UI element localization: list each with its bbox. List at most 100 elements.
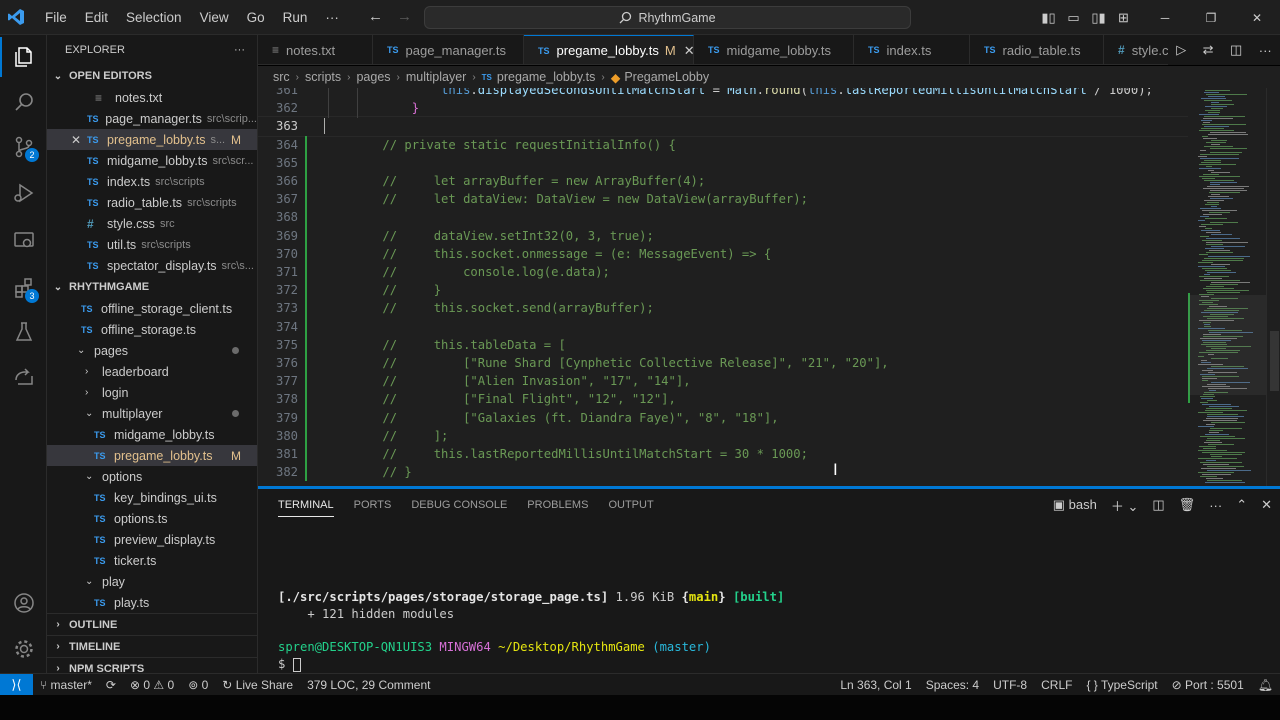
- open-editor-item[interactable]: TS radio_table.ts src\scripts: [47, 192, 257, 213]
- minimize-icon[interactable]: ─: [1142, 11, 1188, 25]
- tab-problems[interactable]: PROBLEMS: [517, 489, 598, 521]
- code-line[interactable]: 377 // ["Alien Invasion", "17", "14"],: [258, 372, 1188, 390]
- tree-folder-leaderboard[interactable]: › leaderboard: [47, 361, 257, 382]
- code-line[interactable]: 378 // ["Final Flight", "12", "12"],: [258, 390, 1188, 408]
- kill-terminal-icon[interactable]: 🗑: [1179, 497, 1196, 513]
- back-arrow-icon[interactable]: ←: [368, 8, 383, 25]
- breadcrumb-file[interactable]: pregame_lobby.ts: [497, 70, 595, 84]
- tab-debug-console[interactable]: DEBUG CONSOLE: [401, 489, 517, 521]
- timeline-section[interactable]: › TIMELINE: [47, 635, 257, 657]
- maximize-panel-icon[interactable]: ⌃: [1236, 497, 1247, 513]
- compare-changes-icon[interactable]: ⇄: [1203, 42, 1214, 58]
- explorer-icon[interactable]: [0, 37, 47, 77]
- more-actions-icon[interactable]: ···: [1209, 498, 1222, 513]
- language-mode[interactable]: { } TypeScript: [1079, 678, 1164, 692]
- menu-go[interactable]: Go: [238, 0, 274, 35]
- tree-file[interactable]: TS preview_display.ts: [47, 529, 257, 550]
- code-line[interactable]: 380 // ];: [258, 427, 1188, 445]
- tab-midgame-lobby[interactable]: TS midgame_lobby.ts: [694, 35, 854, 64]
- breadcrumb-item[interactable]: scripts: [305, 70, 341, 84]
- search-icon[interactable]: [0, 82, 47, 122]
- code-line[interactable]: 381 // this.lastReportedMillisUntilMatch…: [258, 445, 1188, 463]
- tree-file[interactable]: TS key_bindings_ui.ts: [47, 487, 257, 508]
- code-editor[interactable]: 361 this.displayedSecondsUntilMatchStart…: [258, 88, 1280, 486]
- scrollbar-thumb[interactable]: [1270, 331, 1279, 391]
- code-line[interactable]: 374: [258, 318, 1188, 336]
- close-tab-icon[interactable]: ✕: [684, 43, 695, 59]
- open-editor-item[interactable]: ≡ notes.txt: [47, 87, 257, 108]
- tree-file[interactable]: TS play.ts: [47, 592, 257, 613]
- problems-status[interactable]: ⊗ 0 ⚠ 0: [123, 678, 181, 692]
- indentation[interactable]: Spaces: 4: [919, 678, 986, 692]
- open-editor-item[interactable]: TS midgame_lobby.ts src\scr...: [47, 150, 257, 171]
- tab-index[interactable]: TS index.ts: [854, 35, 970, 64]
- tree-file[interactable]: TS offline_storage_client.ts: [47, 298, 257, 319]
- code-line[interactable]: 368: [258, 208, 1188, 226]
- sync-icon[interactable]: ⟳: [99, 678, 123, 692]
- remote-explorer-icon[interactable]: [0, 221, 47, 261]
- breadcrumb-item[interactable]: src: [273, 70, 290, 84]
- tree-file[interactable]: TS ticker.ts: [47, 550, 257, 571]
- close-window-icon[interactable]: ✕: [1234, 11, 1280, 25]
- open-editor-item[interactable]: TS util.ts src\scripts: [47, 234, 257, 255]
- code-line[interactable]: 370 // this.socket.onmessage = (e: Messa…: [258, 245, 1188, 263]
- open-editor-item[interactable]: # style.css src: [47, 213, 257, 234]
- split-editor-icon[interactable]: ◫: [1230, 42, 1242, 58]
- tree-file[interactable]: TS offline_storage.ts: [47, 319, 257, 340]
- terminal-profile[interactable]: ▣ bash: [1053, 497, 1097, 513]
- toggle-panel-icon[interactable]: ▭: [1061, 10, 1086, 26]
- encoding[interactable]: UTF-8: [986, 678, 1034, 692]
- command-center-search[interactable]: RhythmGame: [424, 6, 911, 29]
- code-line[interactable]: 365: [258, 154, 1188, 172]
- code-line[interactable]: 367 // let dataView: DataView = new Data…: [258, 190, 1188, 208]
- open-editor-item-active[interactable]: ✕ TS pregame_lobby.ts s... M: [47, 129, 257, 150]
- open-editors-section[interactable]: ⌄ OPEN EDITORS: [47, 65, 257, 87]
- npm-scripts-section[interactable]: › NPM SCRIPTS: [47, 657, 257, 673]
- tree-folder-pages[interactable]: ⌄ pages: [47, 340, 257, 361]
- tree-folder-multiplayer[interactable]: ⌄ multiplayer: [47, 403, 257, 424]
- menu-more[interactable]: ···: [316, 0, 348, 35]
- end-of-line[interactable]: CRLF: [1034, 678, 1079, 692]
- tab-ports[interactable]: PORTS: [344, 489, 402, 521]
- open-editor-item[interactable]: TS index.ts src\scripts: [47, 171, 257, 192]
- run-file-icon[interactable]: ▷: [1176, 42, 1186, 58]
- more-actions-icon[interactable]: ···: [234, 44, 245, 56]
- tree-folder-options[interactable]: ⌄ options: [47, 466, 257, 487]
- toggle-secondary-sidebar-icon[interactable]: ▯▮: [1086, 10, 1111, 26]
- open-editor-item[interactable]: TS spectator_display.ts src\s...: [47, 255, 257, 276]
- code-line[interactable]: 364 // private static requestInitialInfo…: [258, 136, 1188, 154]
- menu-selection[interactable]: Selection: [117, 0, 191, 35]
- project-section[interactable]: ⌄ RHYTHMGAME: [47, 276, 257, 298]
- restore-icon[interactable]: ❐: [1188, 11, 1234, 25]
- minimap-slider[interactable]: [1188, 295, 1266, 395]
- code-line[interactable]: 373 // this.socket.send(arrayBuffer);: [258, 299, 1188, 317]
- tree-file[interactable]: TS options.ts: [47, 508, 257, 529]
- menu-file[interactable]: File: [36, 0, 76, 35]
- close-panel-icon[interactable]: ✕: [1261, 497, 1272, 513]
- tree-file[interactable]: TS midgame_lobby.ts: [47, 424, 257, 445]
- new-terminal-icon[interactable]: ＋ ⌄: [1111, 496, 1139, 515]
- tab-pregame-lobby[interactable]: TS pregame_lobby.ts M ✕: [524, 35, 695, 64]
- code-line[interactable]: 366 // let arrayBuffer = new ArrayBuffer…: [258, 172, 1188, 190]
- accounts-icon[interactable]: [0, 583, 47, 623]
- breadcrumb-item[interactable]: multiplayer: [406, 70, 466, 84]
- tab-output[interactable]: OUTPUT: [598, 489, 663, 521]
- code-line[interactable]: 372 // }: [258, 281, 1188, 299]
- tab-terminal[interactable]: TERMINAL: [268, 489, 344, 521]
- live-share-status[interactable]: ↻ Live Share: [215, 678, 300, 692]
- cursor-position[interactable]: Ln 363, Col 1: [833, 678, 918, 692]
- extensions-icon[interactable]: 3: [0, 268, 47, 308]
- manage-gear-icon[interactable]: [0, 629, 47, 669]
- menu-edit[interactable]: Edit: [76, 0, 117, 35]
- more-actions-icon[interactable]: ···: [1259, 43, 1272, 58]
- loc-status[interactable]: 379 LOC, 29 Comment: [300, 678, 437, 692]
- minimap[interactable]: [1188, 88, 1266, 486]
- source-control-icon[interactable]: 2: [0, 127, 47, 167]
- run-debug-icon[interactable]: [0, 173, 47, 213]
- tab-page-manager[interactable]: TS page_manager.ts: [373, 35, 524, 64]
- tab-radio-table[interactable]: TS radio_table.ts: [970, 35, 1104, 64]
- branch-status[interactable]: ⑂ master*: [33, 678, 99, 692]
- testing-icon[interactable]: [0, 312, 47, 352]
- code-line[interactable]: 379 // ["Galaxies (ft. Diandra Faye)", "…: [258, 409, 1188, 427]
- outline-section[interactable]: › OUTLINE: [47, 613, 257, 635]
